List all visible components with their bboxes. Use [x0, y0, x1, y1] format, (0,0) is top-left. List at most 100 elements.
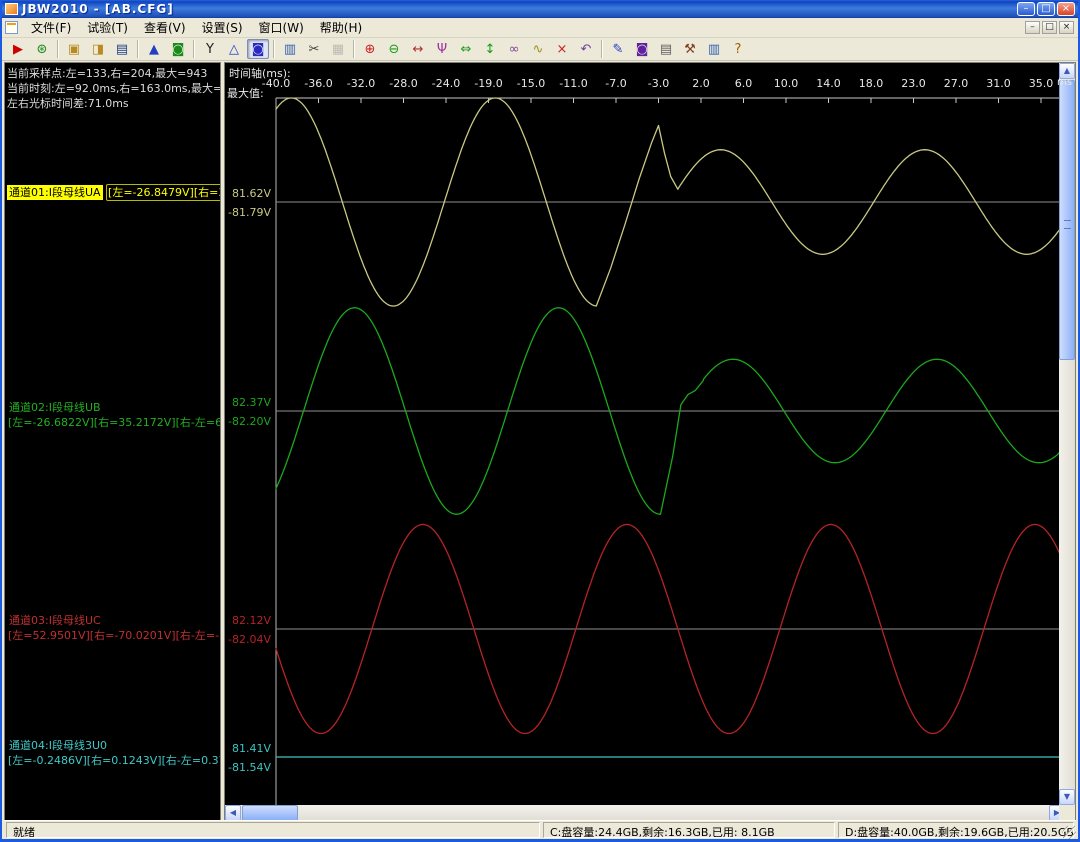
x-tick-label: 35.0 [1028, 77, 1054, 90]
channel-values: [左=52.9501V][右=-70.0201V][右-左=-122.9702V… [8, 629, 220, 642]
window-title: JBW2010 - [AB.CFG] [22, 2, 174, 16]
test-settings-button[interactable]: ⊛ [31, 39, 53, 59]
document-icon[interactable] [5, 21, 18, 34]
channel-item-ua[interactable]: 通道01:Ⅰ段母线UA [左=-26.8479V][右=35.2172V][右-… [7, 184, 220, 201]
toolbar: ▶ ⊛ ▣ ◨ ▤ ▲ ◙ Y △ ◙ ▥ ✂ ▦ ⊕ ⊖ ↔ Ψ ⇔ ↕ ∞ ∿ × ↶ ✎ ◙ ▤ ⚒ ▥? [2, 38, 1078, 61]
channel-min-label: -82.20V [228, 415, 271, 428]
channel-values: [左=-26.8479V][右=35.2172V][右-左=62.0651V] [106, 184, 220, 201]
waveform-panel[interactable]: 时间轴(ms): 最大值: -40.0 -36.0 -32.0 -28.0 -24.0-… [224, 62, 1076, 822]
scroll-down-button[interactable]: ▼ [1059, 789, 1075, 805]
channel-max-label: 81.41V [232, 742, 271, 755]
time-axis-header: 时间轴(ms): 最大值: -40.0 -36.0 -32.0 -28.0 -24.0-… [225, 63, 1072, 100]
h-expand-button[interactable]: ⇔ [455, 39, 477, 59]
help-button[interactable]: ? [727, 39, 749, 59]
status-disk-c: C:盘容量:24.4GB,剩余:16.3GB,已用: 8.1GB [543, 822, 835, 838]
close-button[interactable]: × [1057, 2, 1075, 16]
channel-title: 通道01:Ⅰ段母线UA [7, 185, 103, 200]
glasses-view-button[interactable]: ∞ [503, 39, 525, 59]
channel-values: [左=-26.6822V][右=35.2172V][右-左=61.8994V] [8, 416, 221, 429]
open-file-button[interactable]: ▣ [63, 39, 85, 59]
vertical-scroll-thumb[interactable] [1059, 80, 1075, 360]
tools-button[interactable]: ⚒ [679, 39, 701, 59]
x-tick-label: -7.0 [605, 77, 627, 90]
restore-button[interactable]: □ [1037, 2, 1055, 16]
x-tick-label: 2.0 [692, 77, 710, 90]
x-tick-label: -24.0 [431, 77, 461, 90]
h-compress-button[interactable]: ↔ [407, 39, 429, 59]
x-tick-label: -32.0 [346, 77, 376, 90]
horizontal-scroll-thumb[interactable] [242, 805, 298, 821]
x-axis-unit: ms [1057, 77, 1072, 88]
menu-file[interactable]: 文件(F) [23, 17, 79, 38]
resize-grip[interactable] [1063, 826, 1076, 839]
status-bar: 就绪 C:盘容量:24.4GB,剩余:16.3GB,已用: 8.1GB D:盘容… [4, 820, 1076, 839]
x-tick-label: -28.0 [389, 77, 418, 90]
mdi-restore-button[interactable]: □ [1042, 21, 1057, 34]
vector-analysis-button[interactable]: ▲ [143, 39, 165, 59]
mdi-minimize-button[interactable]: – [1025, 21, 1040, 34]
vector-triangle-button[interactable]: △ [223, 39, 245, 59]
x-tick-label: 14.0 [816, 77, 841, 90]
channel-title: 通道02:Ⅰ段母线UB [9, 401, 101, 414]
app-icon [5, 3, 18, 15]
delete-button[interactable]: × [551, 39, 573, 59]
run-test-button[interactable]: ▶ [7, 39, 29, 59]
channel-max-label: 81.62V [232, 187, 271, 200]
menu-test[interactable]: 试验(T) [79, 17, 136, 38]
x-tick-label: 10.0 [773, 77, 799, 90]
report-button[interactable]: ▥ [703, 39, 725, 59]
split-channel-button[interactable]: Ψ [431, 39, 453, 59]
x-tick-label: -15.0 [516, 77, 546, 90]
sine-view-button[interactable]: ∿ [527, 39, 549, 59]
channel-item-uc[interactable]: 通道03:Ⅰ段母线UC [左=52.9501V][右=-70.0201V][右-… [7, 613, 220, 643]
v-expand-button[interactable]: ↕ [479, 39, 501, 59]
channel-min-label: -81.54V [228, 761, 271, 774]
channel-item-ub[interactable]: 通道02:Ⅰ段母线UB [左=-26.6822V][右=35.2172V][右-… [7, 400, 220, 430]
x-tick-label: -11.0 [559, 77, 588, 90]
scrollbar-corner [1059, 805, 1075, 821]
open-record-button[interactable]: ◨ [87, 39, 109, 59]
menu-bar: 文件(F) 试验(T) 查看(V) 设置(S) 窗口(W) 帮助(H) – □ … [2, 18, 1078, 38]
x-tick-label: -36.0 [304, 77, 333, 90]
scroll-left-button[interactable]: ◀ [225, 805, 241, 821]
channel-max-label: 82.37V [232, 396, 271, 409]
zoom-out-button[interactable]: ⊖ [383, 39, 405, 59]
edit-button[interactable]: ✎ [607, 39, 629, 59]
channel-values: [左=-0.2486V][右=0.1243V][右-左=0.3729V] [8, 754, 220, 767]
toolbar-separator [273, 40, 275, 58]
x-tick-label: 18.0 [858, 77, 884, 90]
menu-view[interactable]: 查看(V) [136, 17, 194, 38]
vertical-scrollbar[interactable]: ▲ ▼ [1059, 63, 1075, 805]
undo-button[interactable]: ↶ [575, 39, 597, 59]
waveform-monitor-button[interactable]: ◙ [167, 39, 189, 59]
cursor-time-info: 当前时刻:左=92.0ms,右=163.0ms,最大=3659.0ms [7, 82, 220, 95]
mdi-close-button[interactable]: × [1059, 21, 1074, 34]
channel-max-label: 82.12V [232, 614, 271, 627]
wave-view-button[interactable]: ◙ [247, 39, 269, 59]
probe-y-button[interactable]: Y [199, 39, 221, 59]
toolbar-separator [137, 40, 139, 58]
menu-window[interactable]: 窗口(W) [251, 17, 312, 38]
menu-settings[interactable]: 设置(S) [194, 17, 251, 38]
print-button[interactable]: ▤ [655, 39, 677, 59]
channel-info-panel: 当前采样点:左=133,右=204,最大=943 当前时刻:左=92.0ms,右… [4, 62, 221, 822]
save-button[interactable]: ▤ [111, 39, 133, 59]
x-tick-label: -3.0 [647, 77, 670, 90]
paste-button: ▦ [331, 41, 345, 57]
x-tick-label: 31.0 [986, 77, 1011, 90]
horizontal-scrollbar[interactable]: ◀ ▶ [225, 805, 1065, 821]
x-tick-label: -19.0 [474, 77, 503, 90]
channel-item-3u0[interactable]: 通道04:Ⅰ段母线3U0 [左=-0.2486V][右=0.1243V][右-左… [7, 738, 220, 768]
cut-button[interactable]: ✂ [303, 39, 325, 59]
max-value-label: 最大值: [227, 87, 264, 100]
toolbar-separator [353, 40, 355, 58]
waveform-canvas[interactable]: 81.62V -81.79V 82.37V -82.20V 82.12V -82.04V 8… [225, 63, 1065, 805]
zoom-in-button[interactable]: ⊕ [359, 39, 381, 59]
minimize-button[interactable]: – [1017, 2, 1035, 16]
monitor-button[interactable]: ◙ [631, 39, 653, 59]
copy-button[interactable]: ▥ [279, 39, 301, 59]
x-tick-label: 6.0 [734, 77, 753, 90]
channel-min-label: -82.04V [228, 633, 271, 646]
title-bar: JBW2010 - [AB.CFG] – □ × [2, 0, 1078, 18]
menu-help[interactable]: 帮助(H) [312, 17, 370, 38]
